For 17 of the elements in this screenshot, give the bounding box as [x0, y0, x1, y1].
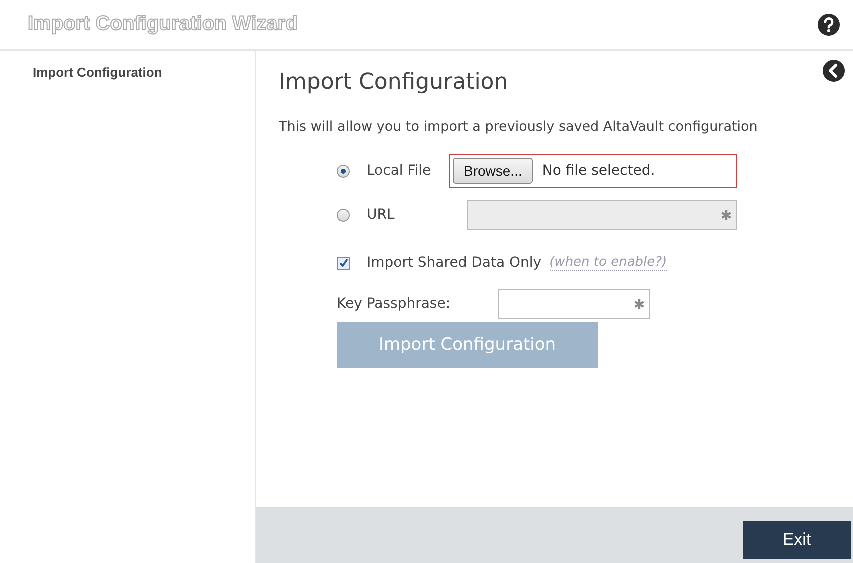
- option-label: Local File: [367, 163, 432, 179]
- browse-button[interactable]: Browse...: [453, 158, 534, 184]
- file-status: No file selected.: [542, 163, 656, 179]
- sidebar-item[interactable]: Import Configuration: [33, 65, 255, 80]
- file-field[interactable]: Browse... No file selected.: [449, 154, 737, 188]
- back-icon[interactable]: [822, 59, 846, 83]
- help-icon[interactable]: [817, 12, 841, 36]
- passphrase-field[interactable]: [498, 289, 650, 319]
- window-title: Import Configuration Wizard: [28, 13, 298, 36]
- exit-button[interactable]: Exit: [743, 521, 851, 559]
- radio-button[interactable]: [337, 164, 350, 178]
- field-label: Key Passphrase:: [337, 296, 452, 312]
- page-heading: Import Configuration: [279, 69, 508, 95]
- description: This will allow you to import a previously saved AltaVault configuration: [279, 119, 759, 135]
- checkbox-label: Import Shared Data Only: [367, 255, 542, 271]
- option-label: URL: [367, 207, 396, 223]
- checkbox[interactable]: [337, 256, 350, 270]
